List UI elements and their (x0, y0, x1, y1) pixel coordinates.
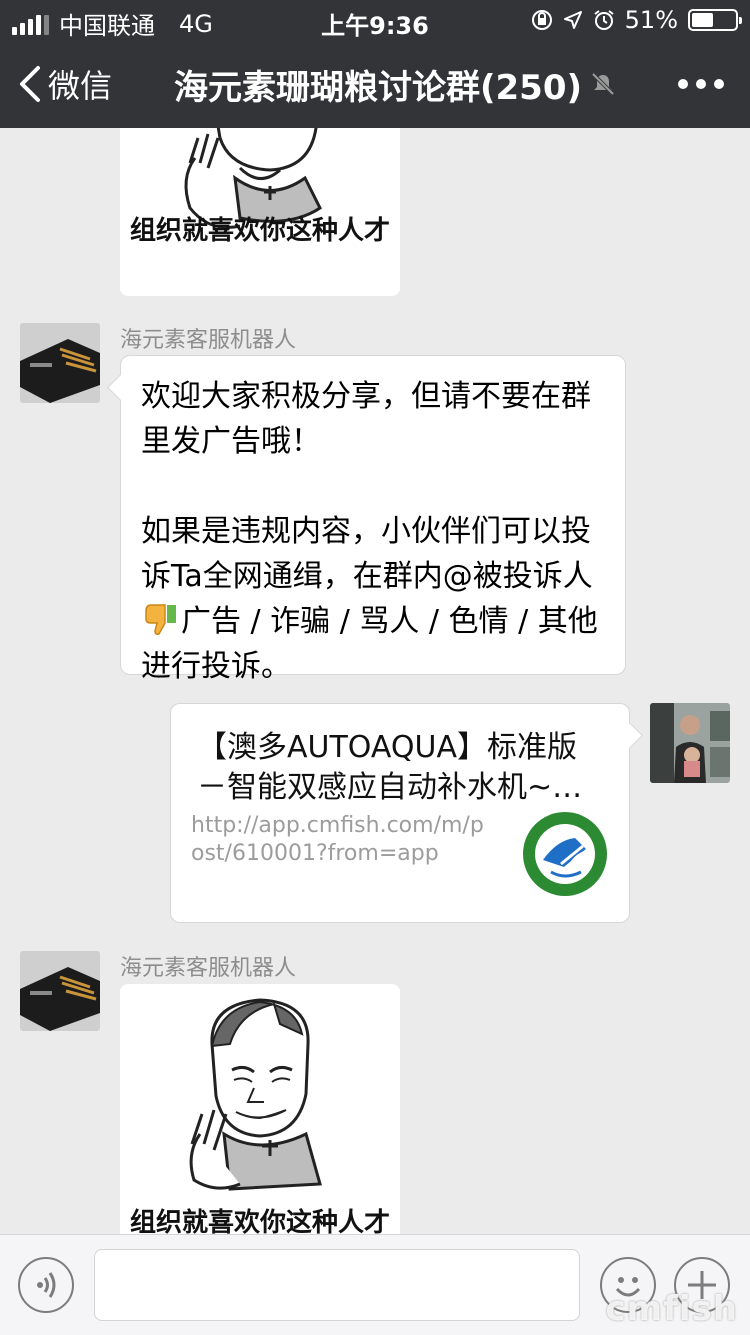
message-text: 如果是违规内容，小伙伴们可以投诉Ta全网通缉，在群内@被投诉人广告 / 诈骗 /… (141, 514, 608, 684)
thumbs-down-icon (145, 604, 176, 635)
more-dot-icon (678, 79, 688, 89)
location-icon (563, 11, 582, 29)
message-text: 欢迎大家积极分享，但请不要在群里发广告哦！ (141, 379, 591, 459)
message-input[interactable] (94, 1249, 580, 1321)
title-wrap: 海元素珊瑚粮讨论群(250) (150, 40, 640, 128)
avatar[interactable] (650, 703, 730, 783)
battery-icon (688, 9, 742, 31)
more-dot-icon (714, 79, 724, 89)
back-label: 微信 (48, 67, 113, 105)
rotation-lock-icon (531, 10, 552, 30)
status-bar: 中国联通 4G 上午9:36 51% (0, 0, 750, 40)
cmfish-logo-icon (523, 812, 607, 896)
chevron-left-icon (20, 66, 40, 102)
sender-name: 海元素客服机器人 (120, 328, 297, 353)
more-button[interactable] (678, 40, 724, 128)
sticker-caption: 组织就喜欢你这种人才 (129, 216, 390, 246)
bot-avatar-image (20, 951, 100, 1031)
sticker-message[interactable]: 组织就喜欢你这种人才 (120, 984, 400, 1234)
battery-percent: 51% (624, 6, 678, 34)
sticker-caption: 组织就喜欢你这种人才 (129, 1208, 390, 1234)
voice-icon (37, 1272, 56, 1298)
back-button[interactable]: 微信 (18, 40, 112, 128)
input-bar: cmfish (0, 1234, 750, 1335)
link-url: http://app.cmfish.com/m/post/610001?from… (191, 813, 484, 866)
avatar[interactable] (20, 323, 100, 403)
sender-name: 海元素客服机器人 (120, 956, 297, 981)
mute-icon (591, 72, 615, 96)
watermark: cmfish (605, 1289, 738, 1329)
chat-list[interactable]: 组织就喜欢你这种人才 海元素客服机器人 欢迎大家积极分享，但请不要在群里发广告哦… (0, 128, 750, 1234)
text-message[interactable]: 欢迎大家积极分享，但请不要在群里发广告哦！ 如果是违规内容，小伙伴们可以投诉Ta… (107, 355, 626, 684)
meme-face-image (189, 998, 322, 1191)
more-dot-icon (696, 79, 706, 89)
nav-bar: 微信 海元素珊瑚粮讨论群(250) (0, 40, 750, 128)
alarm-icon (594, 10, 614, 30)
bot-avatar-image (20, 323, 100, 403)
voice-button[interactable] (18, 1257, 74, 1313)
status-right: 51% (531, 6, 742, 34)
user-avatar-image (650, 703, 730, 783)
link-title: 【澳多AUTOAQUA】标准版－智能双感应自动补水机~… (197, 730, 583, 805)
sticker-message[interactable]: 组织就喜欢你这种人才 (120, 128, 400, 296)
avatar[interactable] (20, 951, 100, 1031)
link-message[interactable]: 【澳多AUTOAQUA】标准版－智能双感应自动补水机~… http://app.… (170, 703, 643, 923)
page-title: 海元素珊瑚粮讨论群(250) (173, 67, 583, 108)
